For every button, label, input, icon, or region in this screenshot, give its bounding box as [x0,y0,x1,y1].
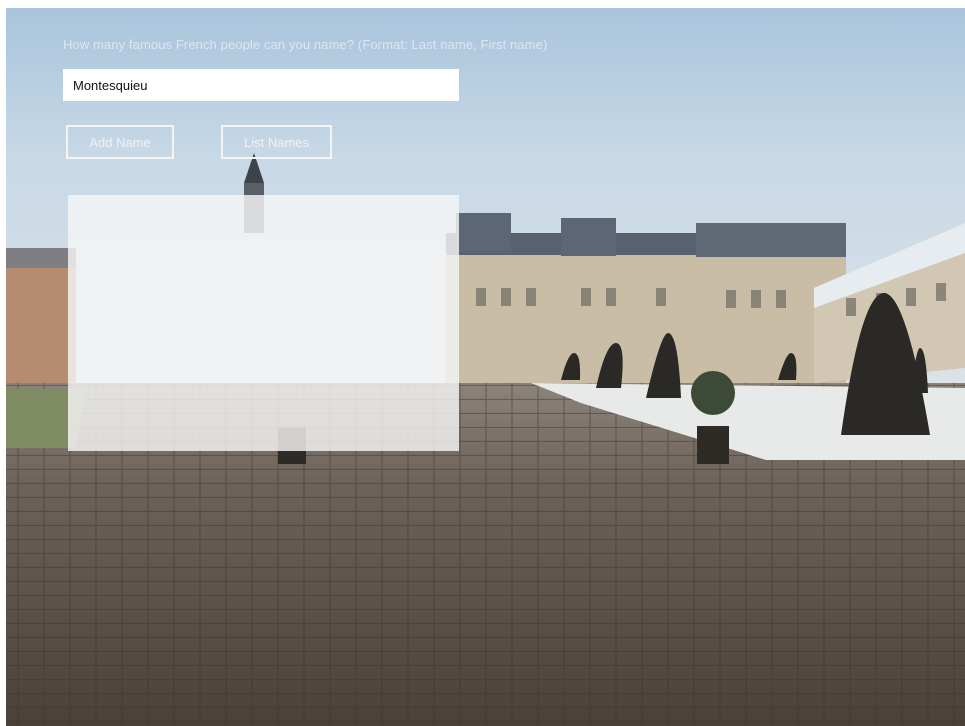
prompt-label: How many famous French people can you na… [63,37,548,52]
names-list-panel [68,195,459,451]
list-names-button[interactable]: List Names [221,125,332,159]
name-input[interactable] [63,69,459,101]
add-name-button[interactable]: Add Name [66,125,174,159]
app-window: How many famous French people can you na… [6,8,965,726]
